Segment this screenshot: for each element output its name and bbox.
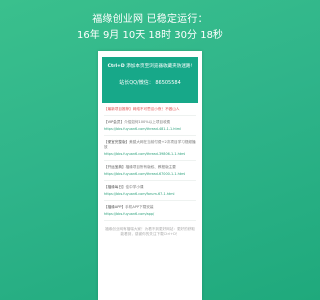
entry-link[interactable]: https://bbs.fuyuan6.com/forum-67-1.html [104, 192, 196, 197]
footer-note: 福缘创业网有福瑞大家！为看不到更好网站：更好的获取能看到，感谢你的关注下载Ctr… [105, 227, 195, 236]
entry-link[interactable]: https://bbs.fuyuan6.com/thread-39806-1-1… [104, 152, 196, 157]
entry-link[interactable]: https://bbs.fuyuan6.com/app/ [104, 212, 196, 217]
list-item[interactable]: 【福缘APP】手机APP下载安装 https://bbs.fuyuan6.com… [104, 201, 196, 221]
list-item[interactable]: 【便宜完整版】美狐大网在当前付费+2次项目学习视频播放 https://bbs.… [104, 136, 196, 161]
entry-tag: 【最新项目推荐】 [104, 107, 133, 111]
hotkey-label: Ctrl+D [107, 64, 125, 69]
list-item[interactable]: 【VIP会员】介绍如何100%以上项目收费 https://bbs.fuyuan… [104, 116, 196, 136]
entry-tag: 【VIP会员】 [104, 120, 125, 124]
list-item[interactable]: 【最新项目推荐】网络不可思议小夜！不做山人 [104, 103, 196, 116]
entry-tag: 【便宜完整版】 [104, 140, 130, 144]
bookmark-text: 添加本页至浏览器收藏夹防迷路! [126, 64, 193, 69]
entry-tag: 【开运宝典】 [104, 165, 126, 169]
bookmark-notice: Ctrl+D 添加本页至浏览器收藏夹防迷路! 站长QQ/微信： 86505584 [102, 57, 198, 103]
entry-tag: 【福缘APP】 [104, 205, 126, 209]
content-card: Ctrl+D 添加本页至浏览器收藏夹防迷路! 站长QQ/微信： 86505584… [98, 51, 202, 300]
uptime-title: 福缘创业网 已稳定运行： [92, 14, 208, 25]
contact-qq: 站长QQ/微信： 86505584 [119, 80, 181, 86]
entry-link[interactable]: https://bbs.fuyuan6.com/thread-481-1-1.h… [104, 127, 196, 132]
entry-link[interactable]: https://bbs.fuyuan6.com/thread-67000-1-1… [104, 172, 196, 177]
list-item[interactable]: 【福缘每日】佳中学小课 https://bbs.fuyuan6.com/foru… [104, 181, 196, 201]
entry-title[interactable]: 介绍如何100%以上项目收费 [124, 120, 170, 124]
entry-title[interactable]: 网络不可思议小夜！不做山人 [133, 107, 180, 111]
entry-title[interactable]: 手机APP下载安装 [125, 205, 153, 209]
list-item[interactable]: 【开运宝典】福缘项目所有版权、教程版主要 https://bbs.fuyuan6… [104, 161, 196, 181]
uptime-counter: 16年 9月 10天 18时 30分 18秒 [77, 30, 223, 41]
entry-title[interactable]: 福缘项目所有版权、教程版主要 [126, 165, 176, 169]
entry-tag: 【福缘每日】 [104, 185, 126, 189]
entry-title[interactable]: 佳中学小课 [126, 185, 144, 189]
header: 福缘创业网 已稳定运行： 16年 9月 10天 18时 30分 18秒 [0, 13, 300, 43]
